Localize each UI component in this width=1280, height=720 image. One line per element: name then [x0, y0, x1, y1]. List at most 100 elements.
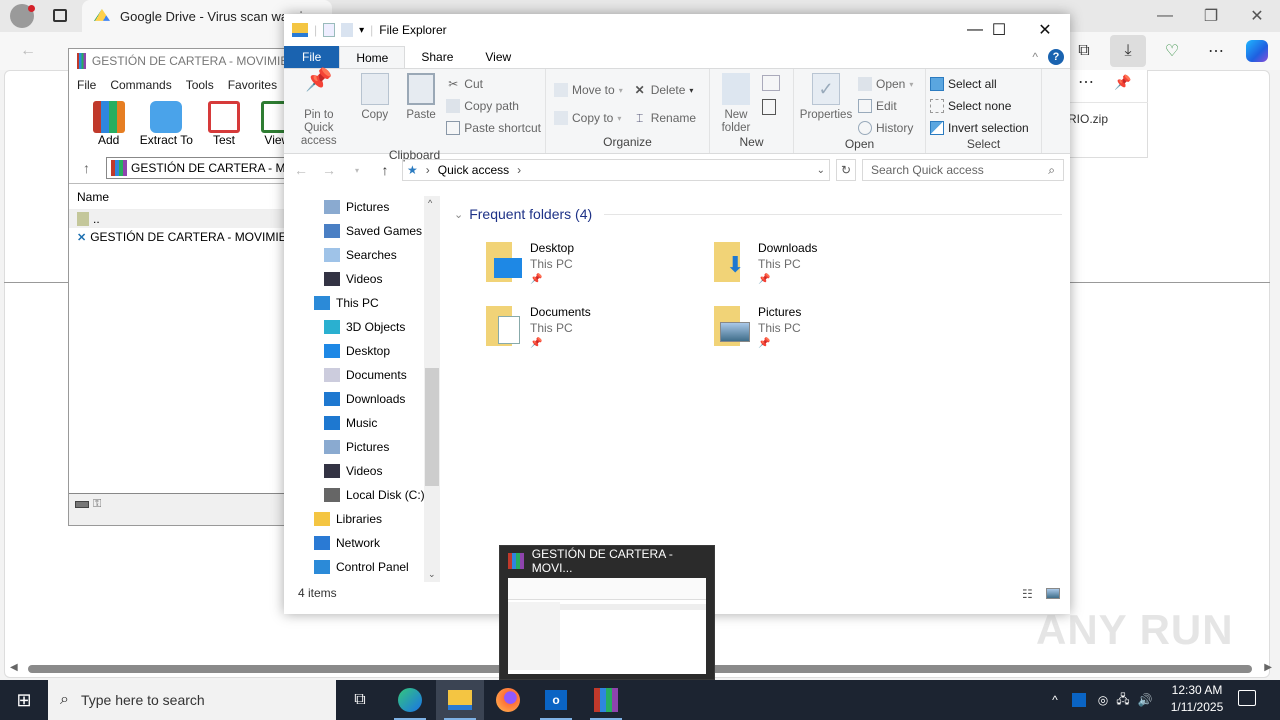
- menu-commands[interactable]: Commands: [110, 78, 171, 92]
- scroll-up-icon[interactable]: ^: [428, 198, 432, 208]
- nav-item-network[interactable]: Network: [314, 536, 380, 550]
- taskbar-outlook[interactable]: o: [532, 680, 580, 720]
- close-button[interactable]: ✕: [1022, 14, 1068, 46]
- list-item-parent[interactable]: ..: [69, 210, 297, 228]
- new-folder-quick-icon[interactable]: [341, 23, 354, 37]
- taskbar-winrar[interactable]: [582, 680, 630, 720]
- add-button[interactable]: Add: [89, 101, 128, 153]
- properties-button[interactable]: ✓ Properties: [798, 73, 854, 137]
- details-view-icon[interactable]: ☷: [1022, 587, 1033, 601]
- nav-item-pictures[interactable]: Pictures: [324, 200, 389, 214]
- back-icon[interactable]: ←: [10, 35, 46, 67]
- copilot-icon[interactable]: [1246, 40, 1268, 62]
- extract-to-button[interactable]: Extract To: [140, 101, 193, 153]
- scroll-right-icon[interactable]: ▶: [1264, 662, 1272, 673]
- download-file-name[interactable]: RIO.zip: [1068, 112, 1108, 126]
- folder-tile-pictures[interactable]: Pictures This PC 📌: [712, 304, 801, 352]
- pin-to-quick-access-button[interactable]: 📌 Pin to Quick access: [288, 69, 350, 148]
- tab-home[interactable]: Home: [339, 46, 406, 68]
- taskbar-thumbnail-preview[interactable]: GESTIÓN DE CARTERA - MOVI...: [499, 545, 715, 680]
- history-button[interactable]: History: [858, 119, 913, 137]
- collapse-ribbon-icon[interactable]: ^: [1032, 50, 1038, 64]
- maximize-button[interactable]: ☐: [976, 14, 1022, 46]
- nav-item-music[interactable]: Music: [324, 416, 377, 430]
- nav-item-this-pc[interactable]: This PC: [314, 296, 379, 310]
- customize-qat-icon[interactable]: ▾: [359, 25, 364, 36]
- nav-scrollbar[interactable]: ^ ⌄: [424, 196, 440, 582]
- browser-restore-button[interactable]: ❐: [1188, 0, 1234, 32]
- task-view-button[interactable]: ⧉: [336, 680, 384, 720]
- tab-share[interactable]: Share: [405, 46, 469, 68]
- more-menu-icon[interactable]: ⋯: [1198, 35, 1234, 67]
- nav-item-saved-games[interactable]: Saved Games: [324, 224, 422, 238]
- paste-shortcut-button[interactable]: Paste shortcut: [446, 119, 541, 137]
- downloads-button[interactable]: ⤓: [1110, 35, 1146, 67]
- scroll-left-icon[interactable]: ◀: [10, 662, 18, 673]
- browser-essentials-icon[interactable]: ♡: [1154, 35, 1190, 67]
- clock[interactable]: 12:30 AM 1/11/2025: [1164, 682, 1230, 716]
- copy-path-button[interactable]: Copy path: [446, 97, 541, 115]
- column-header-name[interactable]: Name: [69, 184, 297, 210]
- taskbar-firefox[interactable]: [484, 680, 532, 720]
- cut-button[interactable]: ✂ Cut: [446, 75, 541, 93]
- menu-favorites[interactable]: Favorites: [228, 78, 277, 92]
- winrar-path-field[interactable]: GESTIÓN DE CARTERA - M: [106, 157, 286, 179]
- folder-tile-downloads[interactable]: ⬇ Downloads This PC 📌: [712, 240, 817, 288]
- delete-button[interactable]: ✕ Delete ▾: [633, 81, 696, 99]
- nav-item-3d-objects[interactable]: 3D Objects: [324, 320, 405, 334]
- nav-item-desktop[interactable]: Desktop: [324, 344, 390, 358]
- address-dropdown-icon[interactable]: ⌄: [817, 165, 829, 176]
- tab-actions-icon[interactable]: [53, 9, 67, 22]
- open-button[interactable]: Open ▾: [858, 75, 913, 93]
- paste-button[interactable]: Paste: [400, 73, 442, 148]
- taskbar-file-explorer[interactable]: [436, 680, 484, 720]
- taskbar-search[interactable]: ⌕ Type here to search: [48, 680, 336, 720]
- downloads-more-icon[interactable]: ⋯: [1078, 72, 1094, 92]
- properties-quick-icon[interactable]: [323, 23, 336, 37]
- show-hidden-icons[interactable]: ^: [1046, 693, 1064, 707]
- copy-to-button[interactable]: Copy to ▾: [554, 109, 623, 127]
- browser-close-button[interactable]: ✕: [1234, 0, 1280, 32]
- back-button[interactable]: ←: [290, 162, 312, 178]
- large-icons-view-icon[interactable]: [1046, 588, 1060, 599]
- select-none-button[interactable]: Select none: [930, 97, 1029, 115]
- start-button[interactable]: ⊞: [0, 680, 48, 720]
- browser-minimize-button[interactable]: —: [1142, 0, 1188, 32]
- tab-view[interactable]: View: [469, 46, 527, 68]
- menu-tools[interactable]: Tools: [186, 78, 214, 92]
- pin-icon[interactable]: 📌: [1114, 74, 1131, 91]
- frequent-folders-header[interactable]: ⌄ Frequent folders (4): [454, 206, 1062, 222]
- refresh-button[interactable]: ↻: [836, 159, 856, 181]
- folder-tile-desktop[interactable]: Desktop This PC 📌: [484, 240, 574, 288]
- nav-item-searches[interactable]: Searches: [324, 248, 397, 262]
- taskbar-edge[interactable]: [386, 680, 434, 720]
- collections-icon[interactable]: ⧉: [1066, 35, 1102, 67]
- address-bar[interactable]: ★ › Quick access › ⌄: [402, 159, 830, 181]
- scroll-down-icon[interactable]: ⌄: [428, 569, 436, 580]
- camera-icon[interactable]: ◎: [1094, 693, 1112, 707]
- outlook-tray-icon[interactable]: [1072, 693, 1086, 707]
- new-item-icon[interactable]: [762, 75, 780, 91]
- easy-access-icon[interactable]: [762, 99, 776, 115]
- help-icon[interactable]: ?: [1048, 49, 1064, 65]
- tab-file[interactable]: File: [284, 46, 340, 68]
- copy-button[interactable]: Copy: [354, 73, 396, 148]
- up-button[interactable]: ↑: [374, 162, 396, 178]
- list-item-file[interactable]: ✕ GESTIÓN DE CARTERA - MOVIMIENT: [69, 228, 303, 246]
- nav-item-local-disk-c[interactable]: Local Disk (C:): [324, 488, 425, 502]
- nav-item-videos[interactable]: Videos: [324, 272, 382, 286]
- volume-icon[interactable]: 🔊: [1134, 693, 1156, 707]
- up-folder-icon[interactable]: ↑: [83, 160, 90, 176]
- move-to-button[interactable]: Move to ▾: [554, 81, 623, 99]
- new-folder-button[interactable]: New folder: [714, 73, 758, 135]
- edit-button[interactable]: Edit: [858, 97, 913, 115]
- folder-tile-documents[interactable]: Documents This PC 📌: [484, 304, 591, 352]
- nav-item-control-panel[interactable]: Control Panel: [314, 560, 409, 574]
- forward-button[interactable]: →: [318, 162, 340, 178]
- recent-locations-button[interactable]: ▾: [346, 166, 368, 175]
- notifications-icon[interactable]: [1238, 690, 1256, 706]
- network-tray-icon[interactable]: 🖧: [1112, 690, 1134, 711]
- rename-button[interactable]: ⌶ Rename: [633, 109, 696, 127]
- nav-item-videos[interactable]: Videos: [324, 464, 382, 478]
- invert-selection-button[interactable]: Invert selection: [930, 119, 1029, 137]
